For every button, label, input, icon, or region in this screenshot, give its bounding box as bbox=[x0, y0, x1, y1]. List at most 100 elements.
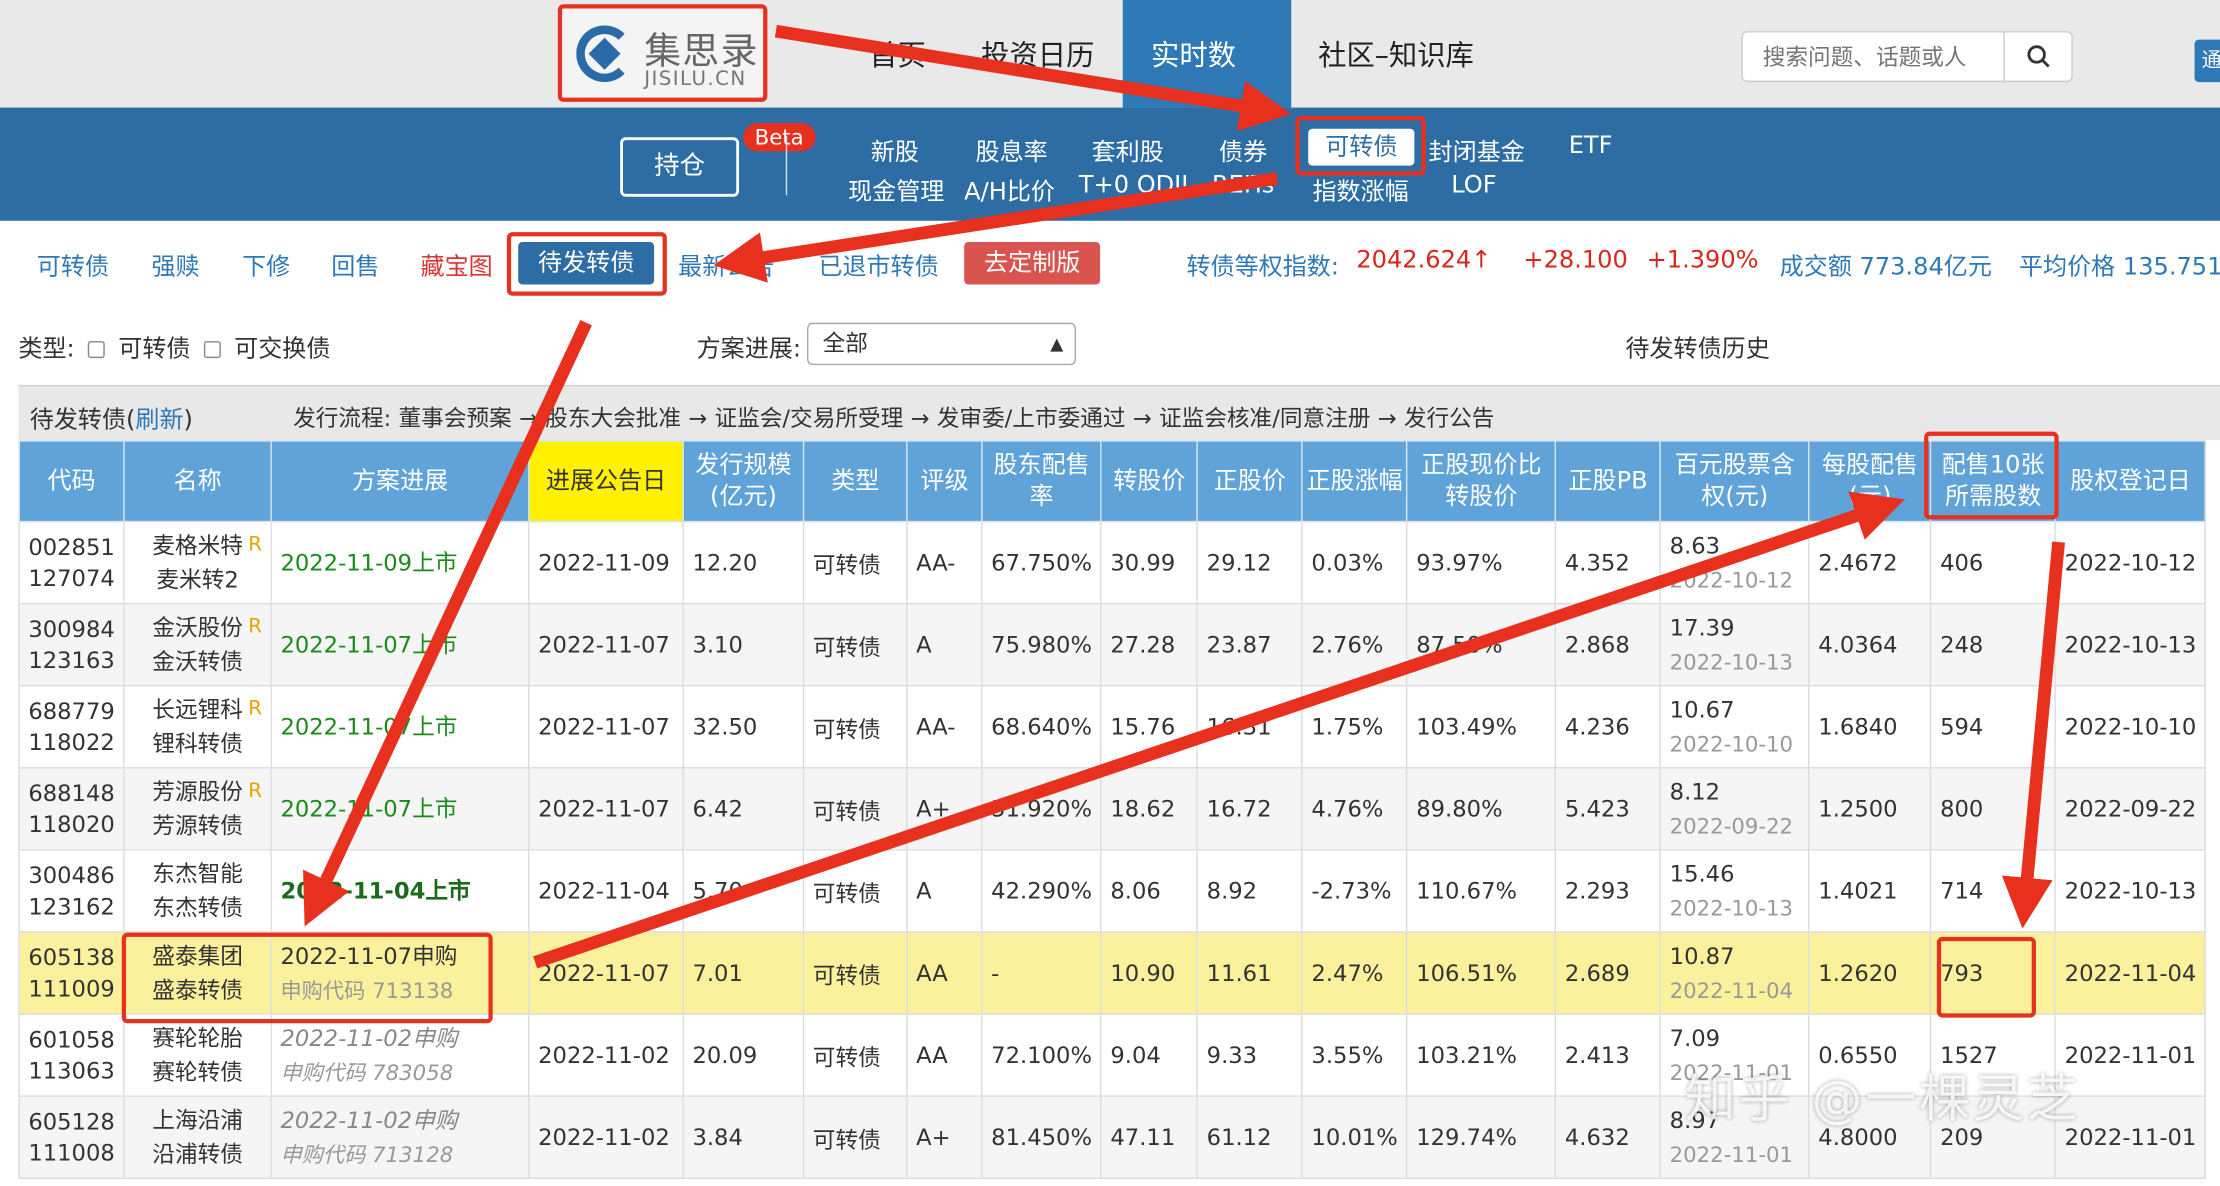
col-header-type[interactable]: 类型 bbox=[802, 440, 908, 523]
bond-name-cell[interactable]: 东杰智能 东杰转债 bbox=[123, 849, 272, 933]
table-row[interactable]: 688779 118022 R 长远锂科 锂科转债 2022-11-07上市 2022-11… bbox=[18, 684, 2207, 769]
stock-name[interactable]: 上海沿浦 bbox=[133, 1103, 262, 1137]
col-header-scale[interactable]: 发行规模(亿元) bbox=[682, 440, 805, 523]
nav-realtime-data[interactable]: 实时数据 bbox=[1122, 0, 1292, 183]
bond-code[interactable]: 118022 bbox=[28, 727, 114, 758]
bond-name-cell[interactable]: 赛轮轮胎 赛轮转债 bbox=[123, 1013, 272, 1097]
tab-revise[interactable]: 下修 bbox=[242, 246, 290, 281]
login-button[interactable]: 通 bbox=[2194, 39, 2220, 83]
col-header-rating[interactable]: 评级 bbox=[906, 440, 983, 523]
stock-code[interactable]: 601058 bbox=[28, 1024, 114, 1055]
stock-name[interactable]: 长远锂科 bbox=[133, 693, 262, 727]
bond-name[interactable]: 赛轮转债 bbox=[133, 1055, 262, 1089]
stock-code[interactable]: 688148 bbox=[28, 778, 114, 809]
col-header-progress-date[interactable]: 进展公告日 bbox=[528, 440, 684, 523]
subnav-cash[interactable]: 现金管理 bbox=[848, 171, 944, 206]
bond-name[interactable]: 麦米转2 bbox=[133, 563, 262, 597]
col-header-placement-ratio[interactable]: 股东配售率 bbox=[981, 440, 1102, 523]
table-row[interactable]: 688148 118020 R 芳源股份 芳源转债 2022-11-07上市 2022-11… bbox=[18, 767, 2207, 851]
pending-history-link[interactable]: 待发转债历史 bbox=[1625, 328, 1769, 363]
bond-code[interactable]: 123162 bbox=[28, 891, 114, 922]
col-header-stock-price[interactable]: 正股价 bbox=[1196, 440, 1303, 523]
nav-home[interactable]: 首页 bbox=[869, 0, 926, 108]
bond-code-cell[interactable]: 605138 111009 bbox=[18, 931, 125, 1015]
subnav-lof[interactable]: LOF bbox=[1451, 171, 1496, 199]
custom-edition-button[interactable]: 去定制版 bbox=[964, 242, 1101, 285]
bond-code[interactable]: 113063 bbox=[28, 1055, 114, 1086]
stock-name[interactable]: 赛轮轮胎 bbox=[133, 1021, 262, 1055]
tab-redeem[interactable]: 强赎 bbox=[151, 246, 199, 281]
bond-code-cell[interactable]: 300486 123162 bbox=[18, 849, 125, 933]
bond-name[interactable]: 芳源转债 bbox=[133, 809, 262, 843]
bond-code-cell[interactable]: 688779 118022 bbox=[18, 684, 125, 769]
bond-name-cell[interactable]: 上海沿浦 沿浦转债 bbox=[123, 1095, 272, 1179]
col-header-per-share[interactable]: 每股配售(元) bbox=[1808, 440, 1932, 523]
table-row[interactable]: 300486 123162 东杰智能 东杰转债 2022-11-04上市 2022-11-… bbox=[18, 849, 2207, 933]
bond-name-cell[interactable]: R 金沃股份 金沃转债 bbox=[123, 602, 272, 687]
tab-treasure-map[interactable]: 藏宝图 bbox=[420, 246, 492, 281]
table-row[interactable]: 002851 127074 R 麦格米特 麦米转2 2022-11-09上市 2022-11… bbox=[18, 520, 2207, 605]
bond-code-cell[interactable]: 605128 111008 bbox=[18, 1095, 125, 1179]
stock-name[interactable]: 盛泰集团 bbox=[133, 939, 262, 973]
bond-name[interactable]: 金沃转债 bbox=[133, 645, 262, 679]
subnav-new-stock[interactable]: 新股 bbox=[871, 132, 919, 167]
col-header-price-value[interactable]: 正股现价比转股价 bbox=[1406, 440, 1557, 523]
subnav-qdii[interactable]: T+0 QDII bbox=[1079, 171, 1189, 199]
bond-code[interactable]: 123163 bbox=[28, 645, 114, 676]
stock-code[interactable]: 002851 bbox=[28, 531, 114, 562]
bond-name[interactable]: 锂科转债 bbox=[133, 727, 262, 761]
nav-community[interactable]: 社区–知识库 bbox=[1318, 0, 1474, 108]
stock-code[interactable]: 605138 bbox=[28, 942, 114, 973]
progress-select[interactable]: 全部 ▲ bbox=[807, 322, 1077, 366]
bond-name-cell[interactable]: R 麦格米特 麦米转2 bbox=[123, 520, 272, 605]
subnav-bonds[interactable]: 债券 bbox=[1219, 132, 1267, 167]
subnav-arbitrage[interactable]: 套利股 bbox=[1092, 132, 1164, 167]
checkbox-convertible[interactable] bbox=[87, 341, 105, 359]
subnav-reits[interactable]: REITs bbox=[1212, 171, 1274, 199]
refresh-link[interactable]: 刷新 bbox=[135, 406, 183, 434]
subnav-ah[interactable]: A/H比价 bbox=[964, 171, 1055, 206]
bond-name[interactable]: 沿浦转债 bbox=[133, 1137, 262, 1171]
col-header-name[interactable]: 名称 bbox=[123, 440, 272, 523]
table-row[interactable]: 300984 123163 R 金沃股份 金沃转债 2022-11-07上市 2022-11… bbox=[18, 602, 2207, 687]
col-header-record-date[interactable]: 股权登记日 bbox=[2054, 440, 2207, 523]
col-header-conversion-price[interactable]: 转股价 bbox=[1100, 440, 1199, 523]
tab-latest-announcement[interactable]: 最新公告 bbox=[678, 246, 774, 281]
search-input[interactable] bbox=[1742, 32, 2004, 81]
stock-name[interactable]: 金沃股份 bbox=[133, 611, 262, 645]
stock-code[interactable]: 300486 bbox=[28, 860, 114, 891]
col-header-stock-change[interactable]: 正股涨幅 bbox=[1301, 440, 1408, 523]
col-header-right-value[interactable]: 百元股票含权(元) bbox=[1659, 440, 1810, 523]
stock-code[interactable]: 605128 bbox=[28, 1106, 114, 1137]
bond-name-cell[interactable]: R 长远锂科 锂科转债 bbox=[123, 684, 272, 769]
subnav-convertible-bond[interactable]: 可转债 bbox=[1308, 128, 1415, 166]
bond-name[interactable]: 盛泰转债 bbox=[133, 973, 262, 1007]
stock-name[interactable]: 东杰智能 bbox=[133, 857, 262, 891]
table-row[interactable]: 605138 111009 盛泰集团 盛泰转债 2022-11-07申购 申购代码 713… bbox=[18, 931, 2207, 1015]
col-header-code[interactable]: 代码 bbox=[18, 440, 125, 523]
bond-code[interactable]: 111008 bbox=[28, 1137, 114, 1168]
col-header-pb[interactable]: 正股PB bbox=[1554, 440, 1662, 523]
bond-code-cell[interactable]: 601058 113063 bbox=[18, 1013, 125, 1097]
col-header-progress[interactable]: 方案进展 bbox=[270, 440, 530, 523]
subnav-etf[interactable]: ETF bbox=[1569, 132, 1613, 160]
stock-code[interactable]: 300984 bbox=[28, 614, 114, 645]
search-button[interactable] bbox=[2003, 32, 2071, 81]
subnav-dividend[interactable]: 股息率 bbox=[976, 132, 1048, 167]
bond-code-cell[interactable]: 002851 127074 bbox=[18, 520, 125, 605]
bond-name-cell[interactable]: R 芳源股份 芳源转债 bbox=[123, 767, 272, 851]
bond-code-cell[interactable]: 300984 123163 bbox=[18, 602, 125, 687]
stock-name[interactable]: 麦格米特 bbox=[133, 529, 262, 563]
tab-putback[interactable]: 回售 bbox=[331, 246, 379, 281]
tab-delisted[interactable]: 已退市转债 bbox=[818, 246, 938, 281]
bond-code[interactable]: 118020 bbox=[28, 809, 114, 840]
col-header-shares-needed[interactable]: 配售10张所需股数 bbox=[1930, 440, 2057, 523]
tab-pending-issue[interactable]: 待发转债 bbox=[518, 242, 655, 285]
bond-code-cell[interactable]: 688148 118020 bbox=[18, 767, 125, 851]
checkbox-exchangeable[interactable] bbox=[203, 341, 221, 359]
subnav-index-change[interactable]: 指数涨幅 bbox=[1312, 171, 1408, 206]
site-logo[interactable]: 集思录 JISILU.CN bbox=[557, 4, 768, 102]
holdings-button[interactable]: 持仓 bbox=[620, 137, 740, 197]
stock-code[interactable]: 688779 bbox=[28, 696, 114, 727]
tab-convertible[interactable]: 可转债 bbox=[37, 246, 109, 281]
